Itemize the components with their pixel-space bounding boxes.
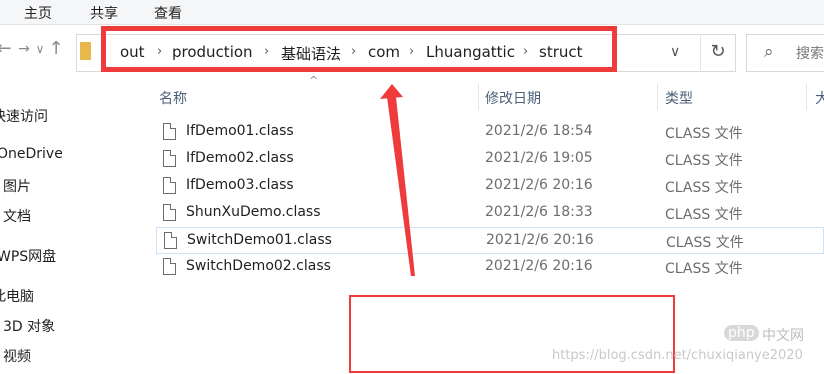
watermark-logo: php — [724, 325, 759, 341]
watermark-brand: 中文网 — [762, 328, 804, 344]
watermark-url: https://blog.csdn.net/chuxiqianye2020 — [552, 348, 803, 363]
annotation-arrow-icon — [380, 84, 415, 276]
